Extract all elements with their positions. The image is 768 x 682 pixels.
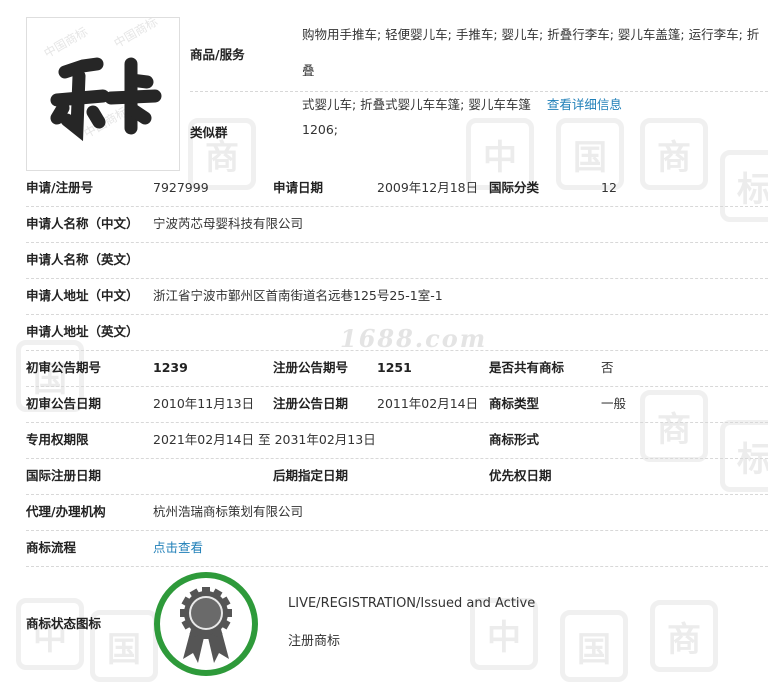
address-cn-value: 浙江省宁波市鄞州区首南街道名远巷125号25-1室-1 [153, 288, 443, 303]
row-applicant-cn: 申请人名称（中文） 宁波芮芯母婴科技有限公司 [26, 206, 768, 243]
applicant-cn-label: 申请人名称（中文） [26, 216, 139, 231]
row-address-en: 申请人地址（英文） [26, 314, 768, 351]
goods-services-line-1: 购物用手推车; 轻便婴儿车; 手推车; 婴儿车; 折叠行李车; 婴儿车盖篷; 运… [302, 27, 760, 78]
address-cn-label: 申请人地址（中文） [26, 288, 139, 303]
similar-group-row: 类似群 1206; [190, 92, 768, 169]
app-date-label: 申请日期 [273, 180, 324, 195]
goods-services-row: 商品/服务 购物用手推车; 轻便婴儿车; 手推车; 婴儿车; 折叠行李车; 婴儿… [190, 17, 768, 112]
view-flow-link[interactable]: 点击查看 [153, 530, 203, 566]
similar-group-label: 类似群 [190, 125, 228, 140]
tm-type-label: 商标类型 [489, 396, 540, 411]
row-publication-date: 初审公告日期 2010年11月13日 注册公告日期 2011年02月14日 商标… [26, 386, 768, 423]
prelim-date-value: 2010年11月13日 [153, 396, 255, 411]
agent-value: 杭州浩瑞商标策划有限公司 [153, 504, 304, 519]
reg-pub-date-value: 2011年02月14日 [377, 396, 479, 411]
applicant-en-label: 申请人名称（英文） [26, 252, 139, 267]
flow-label: 商标流程 [26, 540, 77, 555]
reg-pub-no-label: 注册公告期号 [273, 360, 349, 375]
reg-pub-no-value: 1251 [377, 360, 412, 375]
reg-no-label: 申请/注册号 [26, 180, 94, 195]
applicant-cn-value: 宁波芮芯母婴科技有限公司 [153, 216, 304, 231]
later-date-label: 后期指定日期 [273, 468, 349, 483]
intl-class-label: 国际分类 [489, 180, 540, 195]
exclusive-value: 2021年02月14日 至 2031年02月13日 [153, 432, 376, 447]
agent-label: 代理/办理机构 [26, 504, 106, 519]
svg-text:中国商标: 中国商标 [111, 18, 160, 51]
shared-value: 否 [601, 360, 614, 375]
row-status-icon: 商标状态图标 [26, 566, 768, 678]
address-en-label: 申请人地址（英文） [26, 324, 139, 339]
row-flow: 商标流程 点击查看 [26, 530, 768, 567]
prelim-date-label: 初审公告日期 [26, 396, 102, 411]
row-address-cn: 申请人地址（中文） 浙江省宁波市鄞州区首南街道名远巷125号25-1室-1 [26, 278, 768, 315]
status-icon-label: 商标状态图标 [26, 616, 102, 631]
reg-pub-date-label: 注册公告日期 [273, 396, 349, 411]
goods-services-label: 商品/服务 [190, 47, 245, 62]
tm-form-label: 商标形式 [489, 432, 540, 447]
reg-no-value: 7927999 [153, 180, 209, 195]
row-intl-dates: 国际注册日期 后期指定日期 优先权日期 [26, 458, 768, 495]
svg-text:中国商标: 中国商标 [41, 24, 90, 61]
exclusive-label: 专用权期限 [26, 432, 89, 447]
row-publication-no: 初审公告期号 1239 注册公告期号 1251 是否共有商标 否 [26, 350, 768, 387]
intl-reg-date-label: 国际注册日期 [26, 468, 102, 483]
app-date-value: 2009年12月18日 [377, 180, 479, 195]
intl-class-value: 12 [601, 180, 617, 195]
status-chinese: 注册商标 [288, 634, 341, 649]
row-agent: 代理/办理机构 杭州浩瑞商标策划有限公司 [26, 494, 768, 531]
similar-group-value: 1206; [302, 122, 339, 137]
trademark-logo-image: 中国商标 中国商标 中国商标 [26, 17, 180, 171]
prelim-no-label: 初审公告期号 [26, 360, 102, 375]
status-english: LIVE/REGISTRATION/Issued and Active [288, 596, 536, 611]
row-exclusive-period: 专用权期限 2021年02月14日 至 2031年02月13日 商标形式 [26, 422, 768, 459]
prelim-no-value: 1239 [153, 360, 188, 375]
tm-type-value: 一般 [601, 396, 627, 411]
row-applicant-en: 申请人名称（英文） [26, 242, 768, 279]
registered-status-badge-icon [153, 571, 259, 677]
priority-date-label: 优先权日期 [489, 468, 552, 483]
shared-label: 是否共有商标 [489, 360, 565, 375]
row-registration: 申请/注册号 7927999 申请日期 2009年12月18日 国际分类 12 [26, 170, 768, 207]
